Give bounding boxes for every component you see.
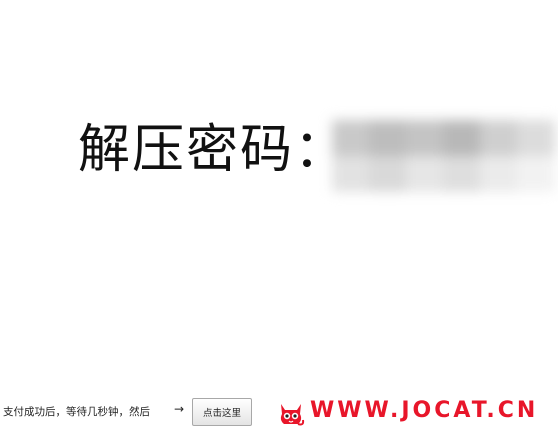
blur-cell [480, 156, 518, 192]
arrow-right-icon: → [174, 402, 185, 416]
blur-cell [517, 156, 555, 192]
footer-instruction: 支付成功后，等待几秒钟，然后 [3, 406, 150, 418]
blur-cell [332, 156, 370, 192]
page: 解压密码： 支付成功后，等待几秒钟，然后 → 点击这里 WWW.JOCAT.CN [0, 0, 558, 430]
blur-cell [369, 120, 407, 156]
blur-cell [369, 156, 407, 192]
blur-cell [443, 120, 481, 156]
blur-cell [332, 120, 370, 156]
password-label: 解压密码： [78, 120, 349, 180]
blur-cell [443, 156, 481, 192]
blur-cell [406, 156, 444, 192]
blur-cell [517, 120, 555, 156]
logo-text: WWW.JOCAT.CN [310, 398, 539, 423]
blur-cell [480, 120, 518, 156]
cat-icon [280, 404, 305, 426]
site-logo[interactable]: WWW.JOCAT.CN [276, 396, 556, 430]
click-here-button[interactable]: 点击这里 [192, 398, 252, 426]
blur-cell [406, 120, 444, 156]
blurred-password [332, 120, 555, 192]
footer-bar: 支付成功后，等待几秒钟，然后 → 点击这里 WWW.JOCAT.CN [0, 396, 558, 430]
